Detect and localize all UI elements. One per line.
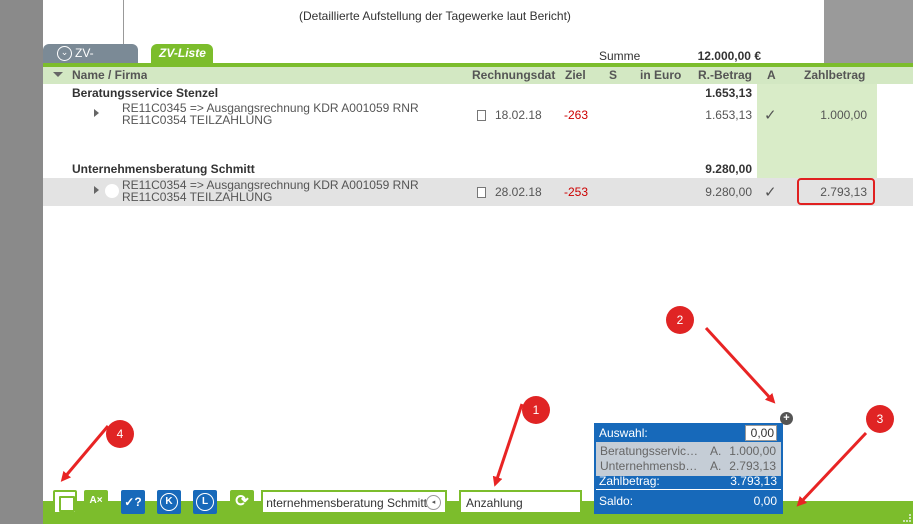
annotation-marker-3: 3	[866, 405, 894, 433]
annotation-arrow	[492, 403, 524, 487]
annotation-arrow	[704, 326, 776, 404]
annotation-arrows	[60, 326, 868, 507]
annotation-arrow	[60, 425, 110, 482]
annotation-marker-4: 4	[106, 420, 134, 448]
annotation-marker-2: 2	[666, 306, 694, 334]
annotation-marker-1: 1	[522, 396, 550, 424]
annotation-arrow	[796, 431, 868, 507]
